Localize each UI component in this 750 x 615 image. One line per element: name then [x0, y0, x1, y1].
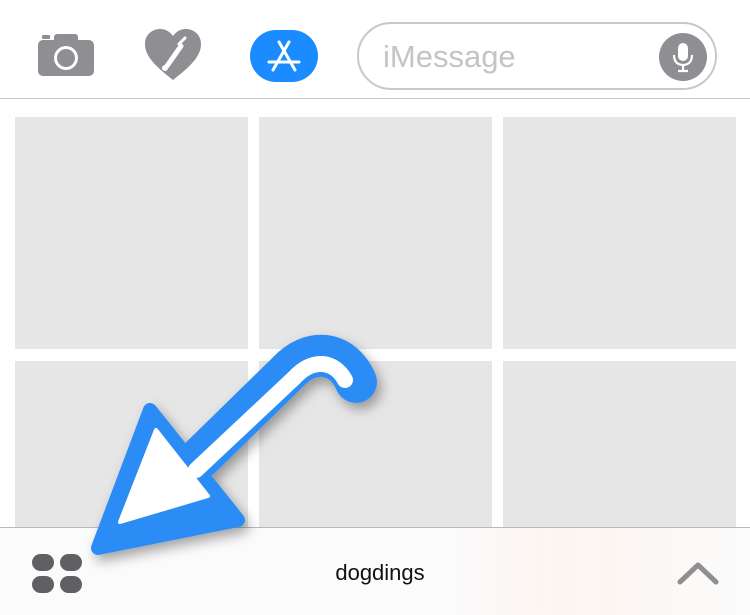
dictation-button[interactable] — [659, 33, 707, 81]
camera-button[interactable] — [34, 28, 98, 82]
digital-touch-heart-icon — [145, 29, 201, 80]
sticker-tile[interactable] — [15, 117, 248, 349]
app-drawer-icon — [32, 554, 82, 593]
microphone-icon — [672, 43, 694, 73]
imessage-field[interactable] — [357, 22, 717, 90]
chevron-up-icon — [677, 562, 719, 585]
camera-icon — [38, 34, 94, 76]
sticker-tile[interactable] — [259, 117, 492, 349]
app-drawer-bar: dogdings — [0, 527, 750, 615]
sticker-tile[interactable] — [503, 117, 736, 349]
expand-button[interactable] — [672, 556, 724, 588]
current-app-name: dogdings — [335, 560, 425, 585]
app-store-button[interactable] — [250, 30, 318, 82]
sticker-tile[interactable] — [15, 361, 248, 527]
app-drawer-button[interactable] — [30, 552, 86, 596]
sticker-tile[interactable] — [503, 361, 736, 527]
sticker-grid — [0, 99, 750, 527]
app-store-icon — [267, 40, 301, 72]
imessage-input[interactable] — [383, 38, 643, 76]
message-toolbar — [0, 0, 750, 99]
digital-touch-button[interactable] — [140, 26, 206, 84]
sticker-tile[interactable] — [259, 361, 492, 527]
